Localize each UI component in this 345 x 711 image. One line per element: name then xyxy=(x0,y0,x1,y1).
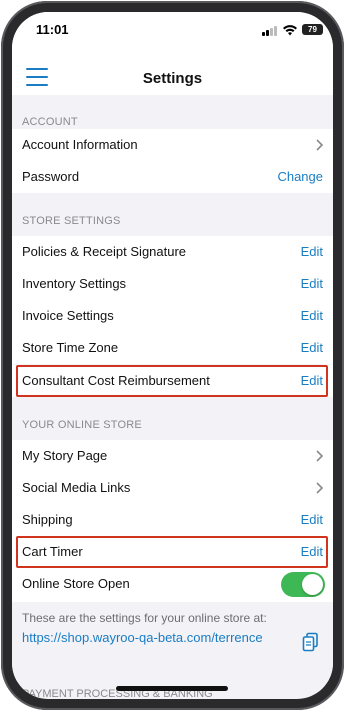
row-account-information[interactable]: Account Information xyxy=(12,129,333,161)
edit-link[interactable]: Edit xyxy=(301,512,323,527)
row-label: Invoice Settings xyxy=(22,308,114,323)
toggle-knob xyxy=(302,574,323,595)
row-policies-receipt-signature[interactable]: Policies & Receipt Signature Edit xyxy=(12,236,333,268)
row-label: Online Store Open xyxy=(22,576,130,591)
edit-link[interactable]: Edit xyxy=(301,308,323,323)
status-bar: 11:01 79 xyxy=(12,12,333,52)
row-invoice-settings[interactable]: Invoice Settings Edit xyxy=(12,300,333,332)
row-label: Social Media Links xyxy=(22,480,131,495)
row-label: Account Information xyxy=(22,137,138,152)
online-store-info: These are the settings for your online s… xyxy=(12,602,333,682)
row-label: Inventory Settings xyxy=(22,276,127,291)
page-title: Settings xyxy=(142,70,203,87)
row-label: Cart Timer xyxy=(22,544,83,559)
wifi-icon xyxy=(283,25,297,36)
row-label: Shipping xyxy=(22,512,73,527)
row-label: Password xyxy=(22,169,80,184)
row-password[interactable]: Password Change xyxy=(12,161,333,193)
phone-frame: 11:01 79 Settings ACCOUNT Account Inform… xyxy=(0,0,345,711)
online-store-url-link[interactable]: https://shop.wayroo-qa-beta.com/terrence xyxy=(22,629,290,646)
battery-icon: 79 xyxy=(302,24,323,35)
row-online-store-open: Online Store Open xyxy=(12,568,333,602)
section-header-store-settings: STORE SETTINGS xyxy=(12,194,333,236)
edit-link[interactable]: Edit xyxy=(301,340,323,355)
row-store-time-zone[interactable]: Store Time Zone Edit xyxy=(12,332,333,364)
online-store-open-toggle[interactable] xyxy=(281,572,325,597)
screen: 11:01 79 Settings ACCOUNT Account Inform… xyxy=(12,12,333,699)
row-label: Policies & Receipt Signature xyxy=(22,244,187,259)
chevron-right-icon xyxy=(316,482,324,494)
section-header-online-store: YOUR ONLINE STORE xyxy=(12,398,333,440)
row-my-story-page[interactable]: My Story Page xyxy=(12,440,333,472)
row-label: Consultant Cost Reimbursement xyxy=(22,373,210,388)
online-store-info-text: These are the settings for your online s… xyxy=(22,611,267,625)
row-inventory-settings[interactable]: Inventory Settings Edit xyxy=(12,268,333,300)
row-social-media-links[interactable]: Social Media Links xyxy=(12,472,333,504)
edit-link[interactable]: Edit xyxy=(301,244,323,259)
chevron-right-icon xyxy=(316,139,324,151)
row-label: My Story Page xyxy=(22,448,108,463)
row-shipping[interactable]: Shipping Edit xyxy=(12,504,333,536)
row-label: Store Time Zone xyxy=(22,340,119,355)
home-indicator xyxy=(116,686,228,691)
row-cart-timer[interactable]: Cart Timer Edit xyxy=(12,536,333,568)
edit-link[interactable]: Edit xyxy=(301,373,323,388)
change-password-link[interactable]: Change xyxy=(277,169,323,184)
row-consultant-cost-reimbursement[interactable]: Consultant Cost Reimbursement Edit xyxy=(12,365,333,397)
chevron-right-icon xyxy=(316,450,324,462)
edit-link[interactable]: Edit xyxy=(301,276,323,291)
status-time: 11:01 xyxy=(36,22,69,37)
cellular-signal-icon xyxy=(262,26,278,36)
edit-link[interactable]: Edit xyxy=(301,544,323,559)
copy-icon[interactable] xyxy=(302,632,320,652)
